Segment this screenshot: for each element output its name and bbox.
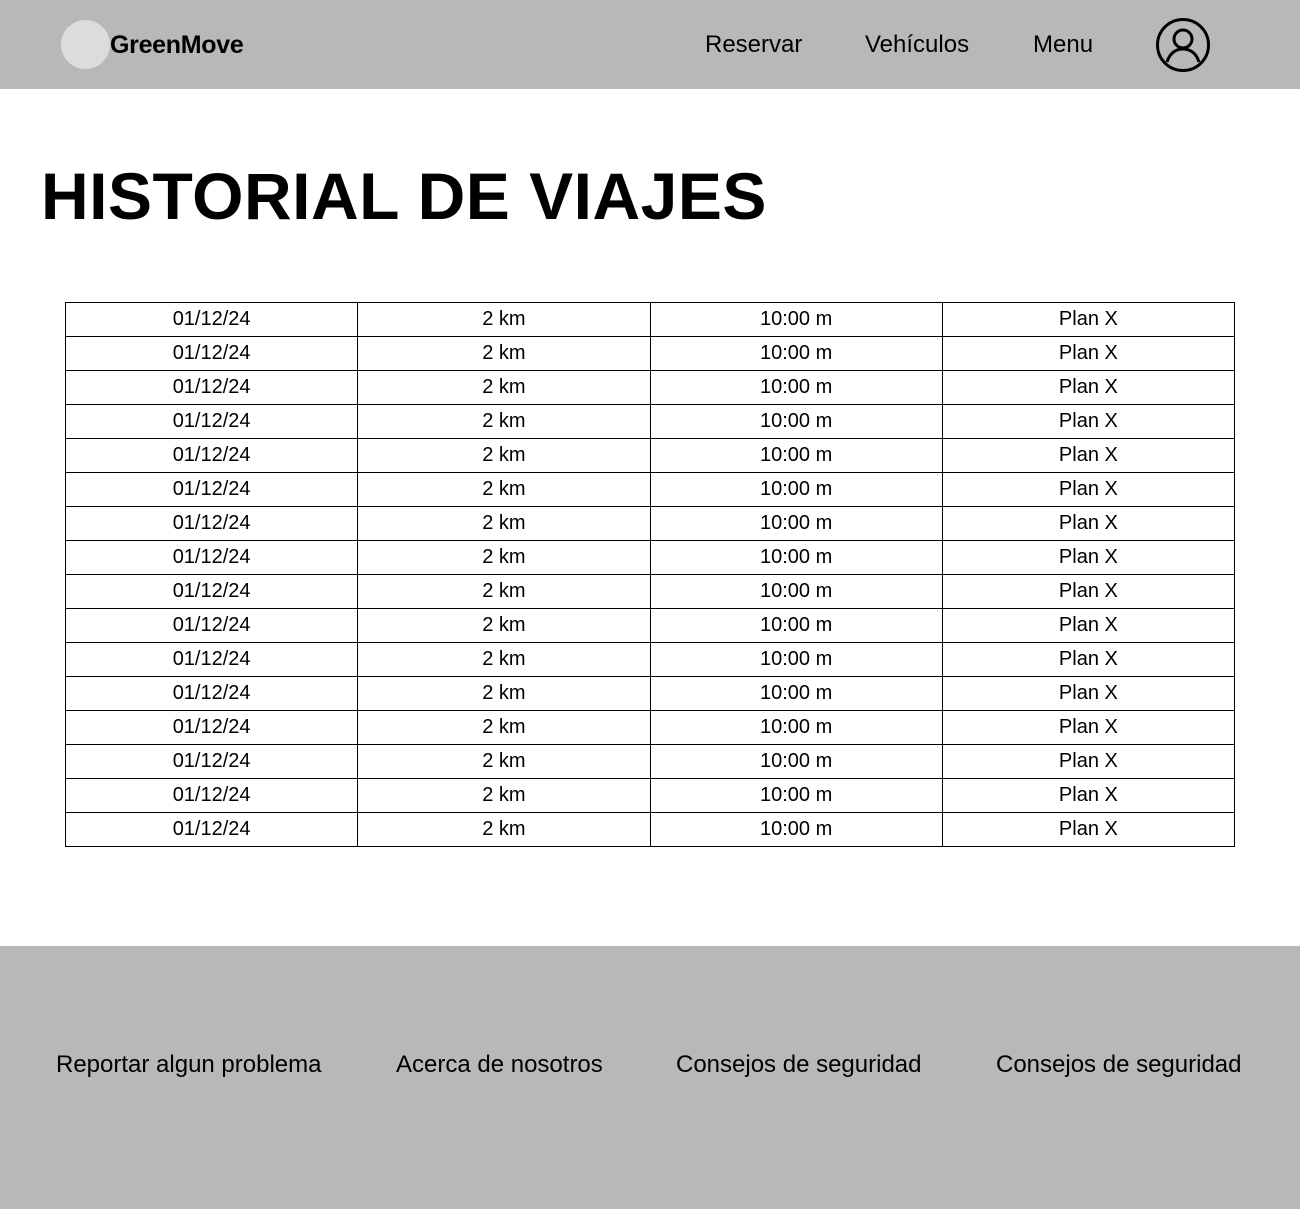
trip-distance-cell: 2 km xyxy=(357,438,651,473)
trip-time-cell: 10:00 m xyxy=(649,506,943,541)
trip-date-cell: 01/12/24 xyxy=(64,744,359,779)
trip-time-cell: 10:00 m xyxy=(649,336,943,371)
trip-time-cell: 10:00 m xyxy=(649,438,943,473)
trip-distance-cell: 2 km xyxy=(357,302,651,337)
trip-plan-cell: Plan X xyxy=(941,302,1236,337)
table-row: 01/12/24 2 km 10:00 m Plan X xyxy=(64,506,1236,541)
trip-date-cell: 01/12/24 xyxy=(64,540,359,575)
trip-time-cell: 10:00 m xyxy=(649,642,943,677)
trip-date-cell: 01/12/24 xyxy=(64,574,359,609)
trip-date-cell: 01/12/24 xyxy=(64,438,359,473)
trip-distance-cell: 2 km xyxy=(357,778,651,813)
trip-plan-cell: Plan X xyxy=(941,574,1236,609)
trip-plan-cell: Plan X xyxy=(941,404,1236,439)
trip-date-cell: 01/12/24 xyxy=(64,472,359,507)
trip-distance-cell: 2 km xyxy=(357,710,651,745)
trip-time-cell: 10:00 m xyxy=(649,744,943,779)
table-row: 01/12/24 2 km 10:00 m Plan X xyxy=(64,676,1236,711)
table-row: 01/12/24 2 km 10:00 m Plan X xyxy=(64,642,1236,677)
footer-link-safety-tips[interactable]: Consejos de seguridad xyxy=(676,1050,922,1080)
trip-plan-cell: Plan X xyxy=(941,540,1236,575)
trip-distance-cell: 2 km xyxy=(357,574,651,609)
brand-name[interactable]: GreenMove xyxy=(110,30,244,60)
trip-time-cell: 10:00 m xyxy=(649,676,943,711)
top-nav-bar: GreenMove Reservar Vehículos Menu xyxy=(0,0,1300,89)
trip-time-cell: 10:00 m xyxy=(649,812,943,847)
trip-time-cell: 10:00 m xyxy=(649,710,943,745)
trip-date-cell: 01/12/24 xyxy=(64,370,359,405)
trip-plan-cell: Plan X xyxy=(941,642,1236,677)
trip-distance-cell: 2 km xyxy=(357,676,651,711)
trip-date-cell: 01/12/24 xyxy=(64,404,359,439)
table-row: 01/12/24 2 km 10:00 m Plan X xyxy=(64,438,1236,473)
trip-time-cell: 10:00 m xyxy=(649,540,943,575)
trip-date-cell: 01/12/24 xyxy=(64,302,359,337)
trip-time-cell: 10:00 m xyxy=(649,608,943,643)
trip-date-cell: 01/12/24 xyxy=(64,778,359,813)
user-circle-icon[interactable] xyxy=(1155,17,1211,73)
table-row: 01/12/24 2 km 10:00 m Plan X xyxy=(64,370,1236,405)
footer: Reportar algun problema Acerca de nosotr… xyxy=(0,946,1300,1209)
trip-distance-cell: 2 km xyxy=(357,540,651,575)
footer-link-about-us[interactable]: Acerca de nosotros xyxy=(396,1050,603,1080)
trip-plan-cell: Plan X xyxy=(941,472,1236,507)
table-row: 01/12/24 2 km 10:00 m Plan X xyxy=(64,608,1236,643)
trip-distance-cell: 2 km xyxy=(357,370,651,405)
table-row: 01/12/24 2 km 10:00 m Plan X xyxy=(64,812,1236,847)
trip-distance-cell: 2 km xyxy=(357,506,651,541)
table-row: 01/12/24 2 km 10:00 m Plan X xyxy=(64,404,1236,439)
trip-distance-cell: 2 km xyxy=(357,812,651,847)
trip-plan-cell: Plan X xyxy=(941,438,1236,473)
table-row: 01/12/24 2 km 10:00 m Plan X xyxy=(64,540,1236,575)
trip-plan-cell: Plan X xyxy=(941,608,1236,643)
trip-plan-cell: Plan X xyxy=(941,812,1236,847)
table-row: 01/12/24 2 km 10:00 m Plan X xyxy=(64,336,1236,371)
nav-link-menu[interactable]: Menu xyxy=(1033,30,1093,60)
trip-time-cell: 10:00 m xyxy=(649,302,943,337)
trip-date-cell: 01/12/24 xyxy=(64,710,359,745)
trip-time-cell: 10:00 m xyxy=(649,370,943,405)
trip-date-cell: 01/12/24 xyxy=(64,676,359,711)
table-row: 01/12/24 2 km 10:00 m Plan X xyxy=(64,710,1236,745)
table-row: 01/12/24 2 km 10:00 m Plan X xyxy=(64,574,1236,609)
nav-link-reservar[interactable]: Reservar xyxy=(705,30,802,60)
trip-date-cell: 01/12/24 xyxy=(64,506,359,541)
trip-plan-cell: Plan X xyxy=(941,676,1236,711)
trip-distance-cell: 2 km xyxy=(357,642,651,677)
footer-link-report-problem[interactable]: Reportar algun problema xyxy=(56,1050,322,1080)
trip-distance-cell: 2 km xyxy=(357,404,651,439)
trip-time-cell: 10:00 m xyxy=(649,778,943,813)
trip-time-cell: 10:00 m xyxy=(649,574,943,609)
trip-distance-cell: 2 km xyxy=(357,336,651,371)
logo-icon[interactable] xyxy=(61,20,110,69)
trip-time-cell: 10:00 m xyxy=(649,404,943,439)
trip-distance-cell: 2 km xyxy=(357,472,651,507)
trip-history-table: 01/12/24 2 km 10:00 m Plan X 01/12/24 2 km 10:… xyxy=(64,302,1236,847)
trip-distance-cell: 2 km xyxy=(357,608,651,643)
nav-link-vehiculos[interactable]: Vehículos xyxy=(865,30,969,60)
trip-plan-cell: Plan X xyxy=(941,778,1236,813)
footer-link-safety-tips-2[interactable]: Consejos de seguridad xyxy=(996,1050,1242,1080)
trip-distance-cell: 2 km xyxy=(357,744,651,779)
trip-plan-cell: Plan X xyxy=(941,370,1236,405)
table-row: 01/12/24 2 km 10:00 m Plan X xyxy=(64,472,1236,507)
trip-date-cell: 01/12/24 xyxy=(64,812,359,847)
trip-plan-cell: Plan X xyxy=(941,506,1236,541)
table-row: 01/12/24 2 km 10:00 m Plan X xyxy=(64,302,1236,337)
trip-plan-cell: Plan X xyxy=(941,336,1236,371)
trip-date-cell: 01/12/24 xyxy=(64,642,359,677)
trip-date-cell: 01/12/24 xyxy=(64,336,359,371)
table-row: 01/12/24 2 km 10:00 m Plan X xyxy=(64,778,1236,813)
trip-plan-cell: Plan X xyxy=(941,710,1236,745)
trip-time-cell: 10:00 m xyxy=(649,472,943,507)
trip-plan-cell: Plan X xyxy=(941,744,1236,779)
trip-date-cell: 01/12/24 xyxy=(64,608,359,643)
page-title: HISTORIAL DE VIAJES xyxy=(41,159,767,233)
table-row: 01/12/24 2 km 10:00 m Plan X xyxy=(64,744,1236,779)
